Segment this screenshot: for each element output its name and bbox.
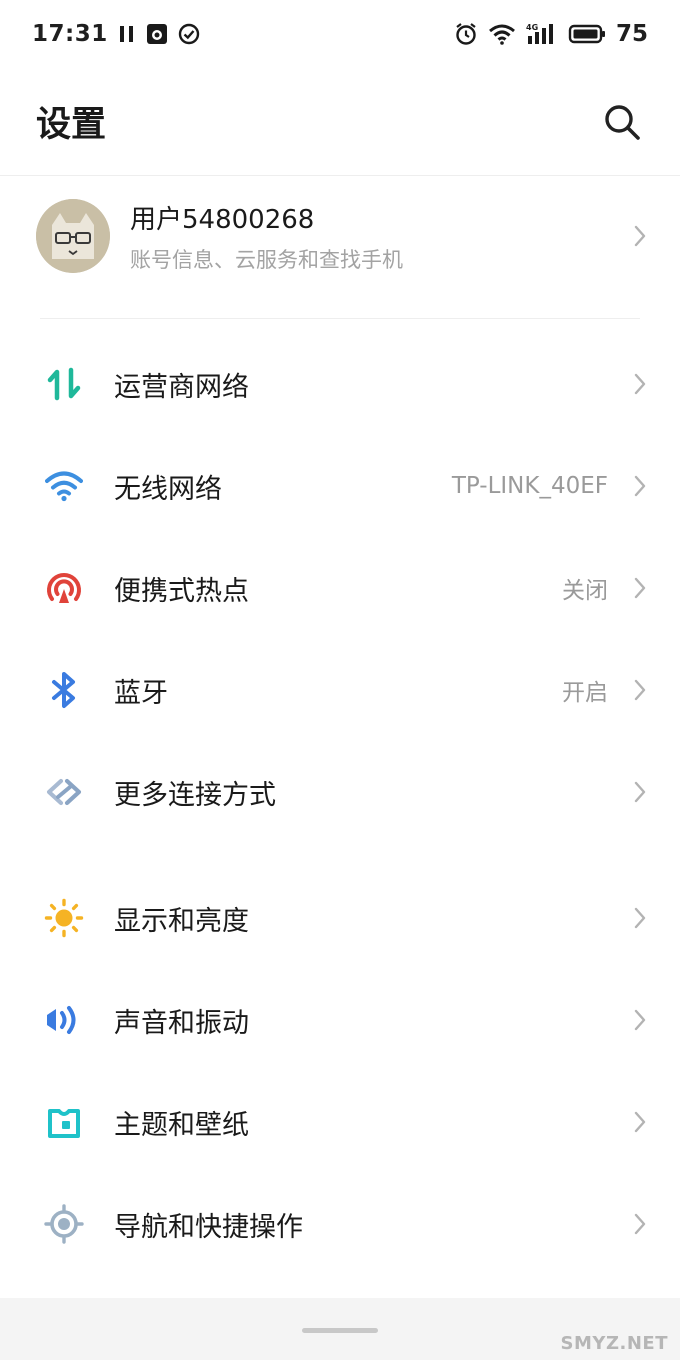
menu-item-wifi[interactable]: 无线网络 TP-LINK_40EF (0, 435, 680, 537)
battery-level: 75 (615, 21, 648, 47)
alarm-icon (454, 22, 478, 46)
menu-item-label: 显示和亮度 (114, 905, 249, 937)
account-row[interactable]: 用户54800268 账号信息、云服务和查找手机 (0, 180, 680, 292)
menu-item-label: 运营商网络 (114, 371, 249, 403)
menu-item-hotspot[interactable]: 便携式热点 关闭 (0, 537, 680, 639)
pause-icon (118, 24, 136, 44)
gesture-bar-area: SMYZ.NET (0, 1298, 680, 1360)
home-indicator[interactable] (302, 1328, 378, 1333)
wifi-icon (488, 23, 516, 45)
sound-icon (44, 1000, 84, 1040)
page-title: 设置 (36, 105, 107, 145)
menu-item-value: 开启 (562, 680, 608, 706)
chevron-right-icon (630, 780, 650, 804)
brightness-icon (44, 898, 84, 938)
chevron-right-icon (630, 474, 650, 498)
menu-item-navigation[interactable]: 导航和快捷操作 (0, 1173, 680, 1275)
status-bar-left: 17:31 (32, 21, 200, 47)
chevron-right-icon (630, 1008, 650, 1032)
menu-item-label: 导航和快捷操作 (114, 1211, 303, 1243)
clock: 17:31 (32, 21, 108, 47)
menu-item-label: 声音和振动 (114, 1007, 249, 1039)
menu-item-label: 主题和壁纸 (114, 1109, 249, 1141)
divider (40, 318, 640, 319)
hotspot-icon (44, 568, 84, 608)
menu-item-display[interactable]: 显示和亮度 (0, 867, 680, 969)
chevron-right-icon (630, 1110, 650, 1134)
menu-item-label: 蓝牙 (114, 677, 168, 709)
chevron-right-icon (630, 678, 650, 702)
status-bar-right: 4G 75 (454, 21, 648, 47)
account-text: 用户54800268 账号信息、云服务和查找手机 (130, 199, 630, 274)
app-notification-icon (146, 23, 168, 45)
menu-item-mobile-network[interactable]: 运营商网络 (0, 333, 680, 435)
menu-item-sound[interactable]: 声音和振动 (0, 969, 680, 1071)
network-type-label: 4G (526, 23, 538, 32)
watermark: SMYZ.NET (560, 1333, 668, 1354)
navigation-icon (44, 1204, 84, 1244)
account-subtitle: 账号信息、云服务和查找手机 (130, 247, 403, 272)
menu-item-label: 更多连接方式 (114, 779, 276, 811)
battery-icon (568, 23, 606, 45)
account-name: 用户54800268 (130, 204, 315, 235)
wifi-icon (44, 466, 84, 506)
bluetooth-icon (44, 670, 84, 710)
menu-item-value: 关闭 (562, 578, 608, 604)
chevron-right-icon (630, 372, 650, 396)
chevron-right-icon (630, 1212, 650, 1236)
menu-item-theme[interactable]: 主题和壁纸 (0, 1071, 680, 1173)
menu-item-bluetooth[interactable]: 蓝牙 开启 (0, 639, 680, 741)
link-icon (44, 772, 84, 812)
avatar (36, 199, 110, 273)
search-icon (605, 104, 640, 140)
status-bar: 17:31 4G 75 (0, 0, 680, 68)
menu-item-more-connections[interactable]: 更多连接方式 (0, 741, 680, 843)
check-circle-icon (178, 23, 200, 45)
menu-item-label: 便携式热点 (114, 575, 249, 607)
chevron-right-icon (630, 576, 650, 600)
menu-item-label: 无线网络 (114, 473, 222, 505)
header: 设置 (0, 68, 680, 176)
chevron-right-icon (630, 224, 650, 248)
mobile-data-icon (44, 364, 84, 404)
chevron-right-icon (630, 906, 650, 930)
search-button[interactable] (600, 100, 644, 144)
signal-icon: 4G (526, 22, 558, 46)
menu-item-value: TP-LINK_40EF (451, 473, 608, 499)
theme-icon (44, 1102, 84, 1142)
